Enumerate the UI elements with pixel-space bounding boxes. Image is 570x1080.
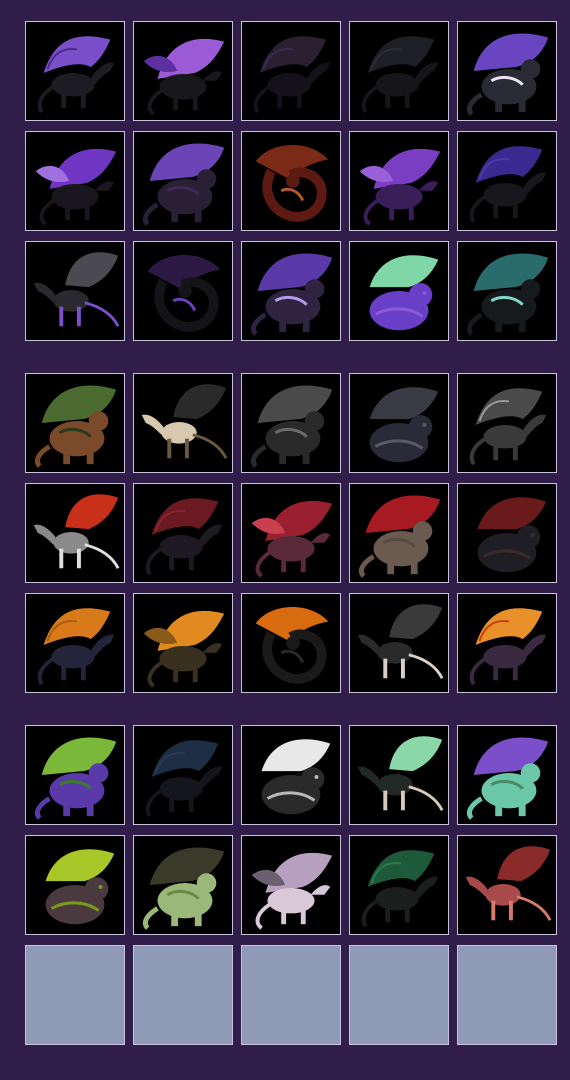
dragon-illustration (477, 497, 547, 573)
dragon-tile[interactable] (133, 131, 233, 231)
empty-dragon-slot (457, 945, 557, 1045)
dragon-illustration (359, 148, 441, 226)
dragon-illustration (34, 385, 117, 468)
dragon-tile[interactable] (349, 241, 449, 341)
dragon-illustration (251, 500, 333, 578)
dragon-tile[interactable] (241, 21, 341, 121)
dragon-illustration (45, 849, 115, 925)
dragon-tile[interactable] (349, 483, 449, 583)
dragon-illustration (361, 36, 439, 114)
dragon-tile[interactable] (457, 21, 557, 121)
dragon-illustration (250, 253, 333, 336)
dragon-illustration (466, 33, 549, 116)
dragon-illustration (357, 736, 444, 811)
dragon-tile[interactable] (25, 483, 125, 583)
dragon-tile[interactable] (25, 131, 125, 231)
dragon-illustration (142, 143, 225, 226)
dragon-tile[interactable] (25, 593, 125, 693)
dragon-tile[interactable] (241, 593, 341, 693)
dragon-tile[interactable] (349, 725, 449, 825)
dragon-tile[interactable] (25, 725, 125, 825)
dragon-tile[interactable] (457, 725, 557, 825)
dragon-illustration (33, 252, 120, 327)
dragon-tile[interactable] (349, 21, 449, 121)
dragon-tile[interactable] (457, 241, 557, 341)
dragon-illustration (466, 253, 549, 336)
dragon-illustration (253, 36, 331, 114)
dragon-illustration (141, 384, 228, 459)
dragon-tile[interactable] (457, 131, 557, 231)
dragon-illustration (469, 388, 547, 466)
dragon-tile[interactable] (457, 373, 557, 473)
dragon-illustration (143, 610, 225, 688)
dragon-illustration (145, 740, 223, 818)
dragon-illustration (251, 852, 333, 930)
dragon-tile[interactable] (241, 835, 341, 935)
dragon-tile[interactable] (133, 21, 233, 121)
dragon-illustration (261, 739, 331, 815)
dragon-tile[interactable] (133, 725, 233, 825)
dragon-illustration (35, 148, 117, 226)
dragon-tile[interactable] (457, 483, 557, 583)
empty-dragon-slot (25, 945, 125, 1045)
dragon-illustration (37, 608, 115, 686)
dragon-tile[interactable] (349, 593, 449, 693)
dragon-tile[interactable] (25, 835, 125, 935)
dragon-illustration (469, 146, 547, 224)
dragon-tile[interactable] (133, 835, 233, 935)
dragon-illustration (369, 255, 439, 331)
dragon-illustration (145, 498, 223, 576)
dragon-tile[interactable] (25, 21, 125, 121)
dragon-tile[interactable] (349, 131, 449, 231)
dragon-illustration (369, 387, 439, 463)
dragon-illustration (147, 254, 221, 332)
dragon-illustration (358, 495, 441, 578)
dragon-illustration (469, 608, 547, 686)
dragon-illustration (34, 737, 117, 820)
dragon-illustration (142, 847, 225, 930)
dragon-tile[interactable] (241, 373, 341, 473)
dragon-illustration (255, 606, 329, 684)
dragon-tile[interactable] (241, 483, 341, 583)
dragon-tile[interactable] (241, 241, 341, 341)
empty-dragon-slot (133, 945, 233, 1045)
dragon-tile[interactable] (133, 483, 233, 583)
dragon-tile[interactable] (25, 241, 125, 341)
dragon-tile[interactable] (133, 593, 233, 693)
dragon-tile[interactable] (349, 835, 449, 935)
dragon-illustration (143, 38, 225, 116)
dragon-tile[interactable] (457, 835, 557, 935)
dragon-tile[interactable] (241, 131, 341, 231)
dragon-tile[interactable] (457, 593, 557, 693)
empty-dragon-slot (241, 945, 341, 1045)
dragon-illustration (465, 846, 552, 921)
dragon-illustration (361, 850, 439, 928)
dragon-illustration (466, 737, 549, 820)
dragon-tile[interactable] (133, 241, 233, 341)
dragon-tile[interactable] (241, 725, 341, 825)
dragon-tile[interactable] (133, 373, 233, 473)
dragon-illustration (37, 36, 115, 114)
dragon-illustration (357, 604, 444, 679)
dragon-illustration (33, 494, 120, 569)
empty-dragon-slot (349, 945, 449, 1045)
dragon-tile[interactable] (349, 373, 449, 473)
dragon-illustration (250, 385, 333, 468)
dragon-tile[interactable] (25, 373, 125, 473)
dragon-illustration (255, 144, 329, 222)
